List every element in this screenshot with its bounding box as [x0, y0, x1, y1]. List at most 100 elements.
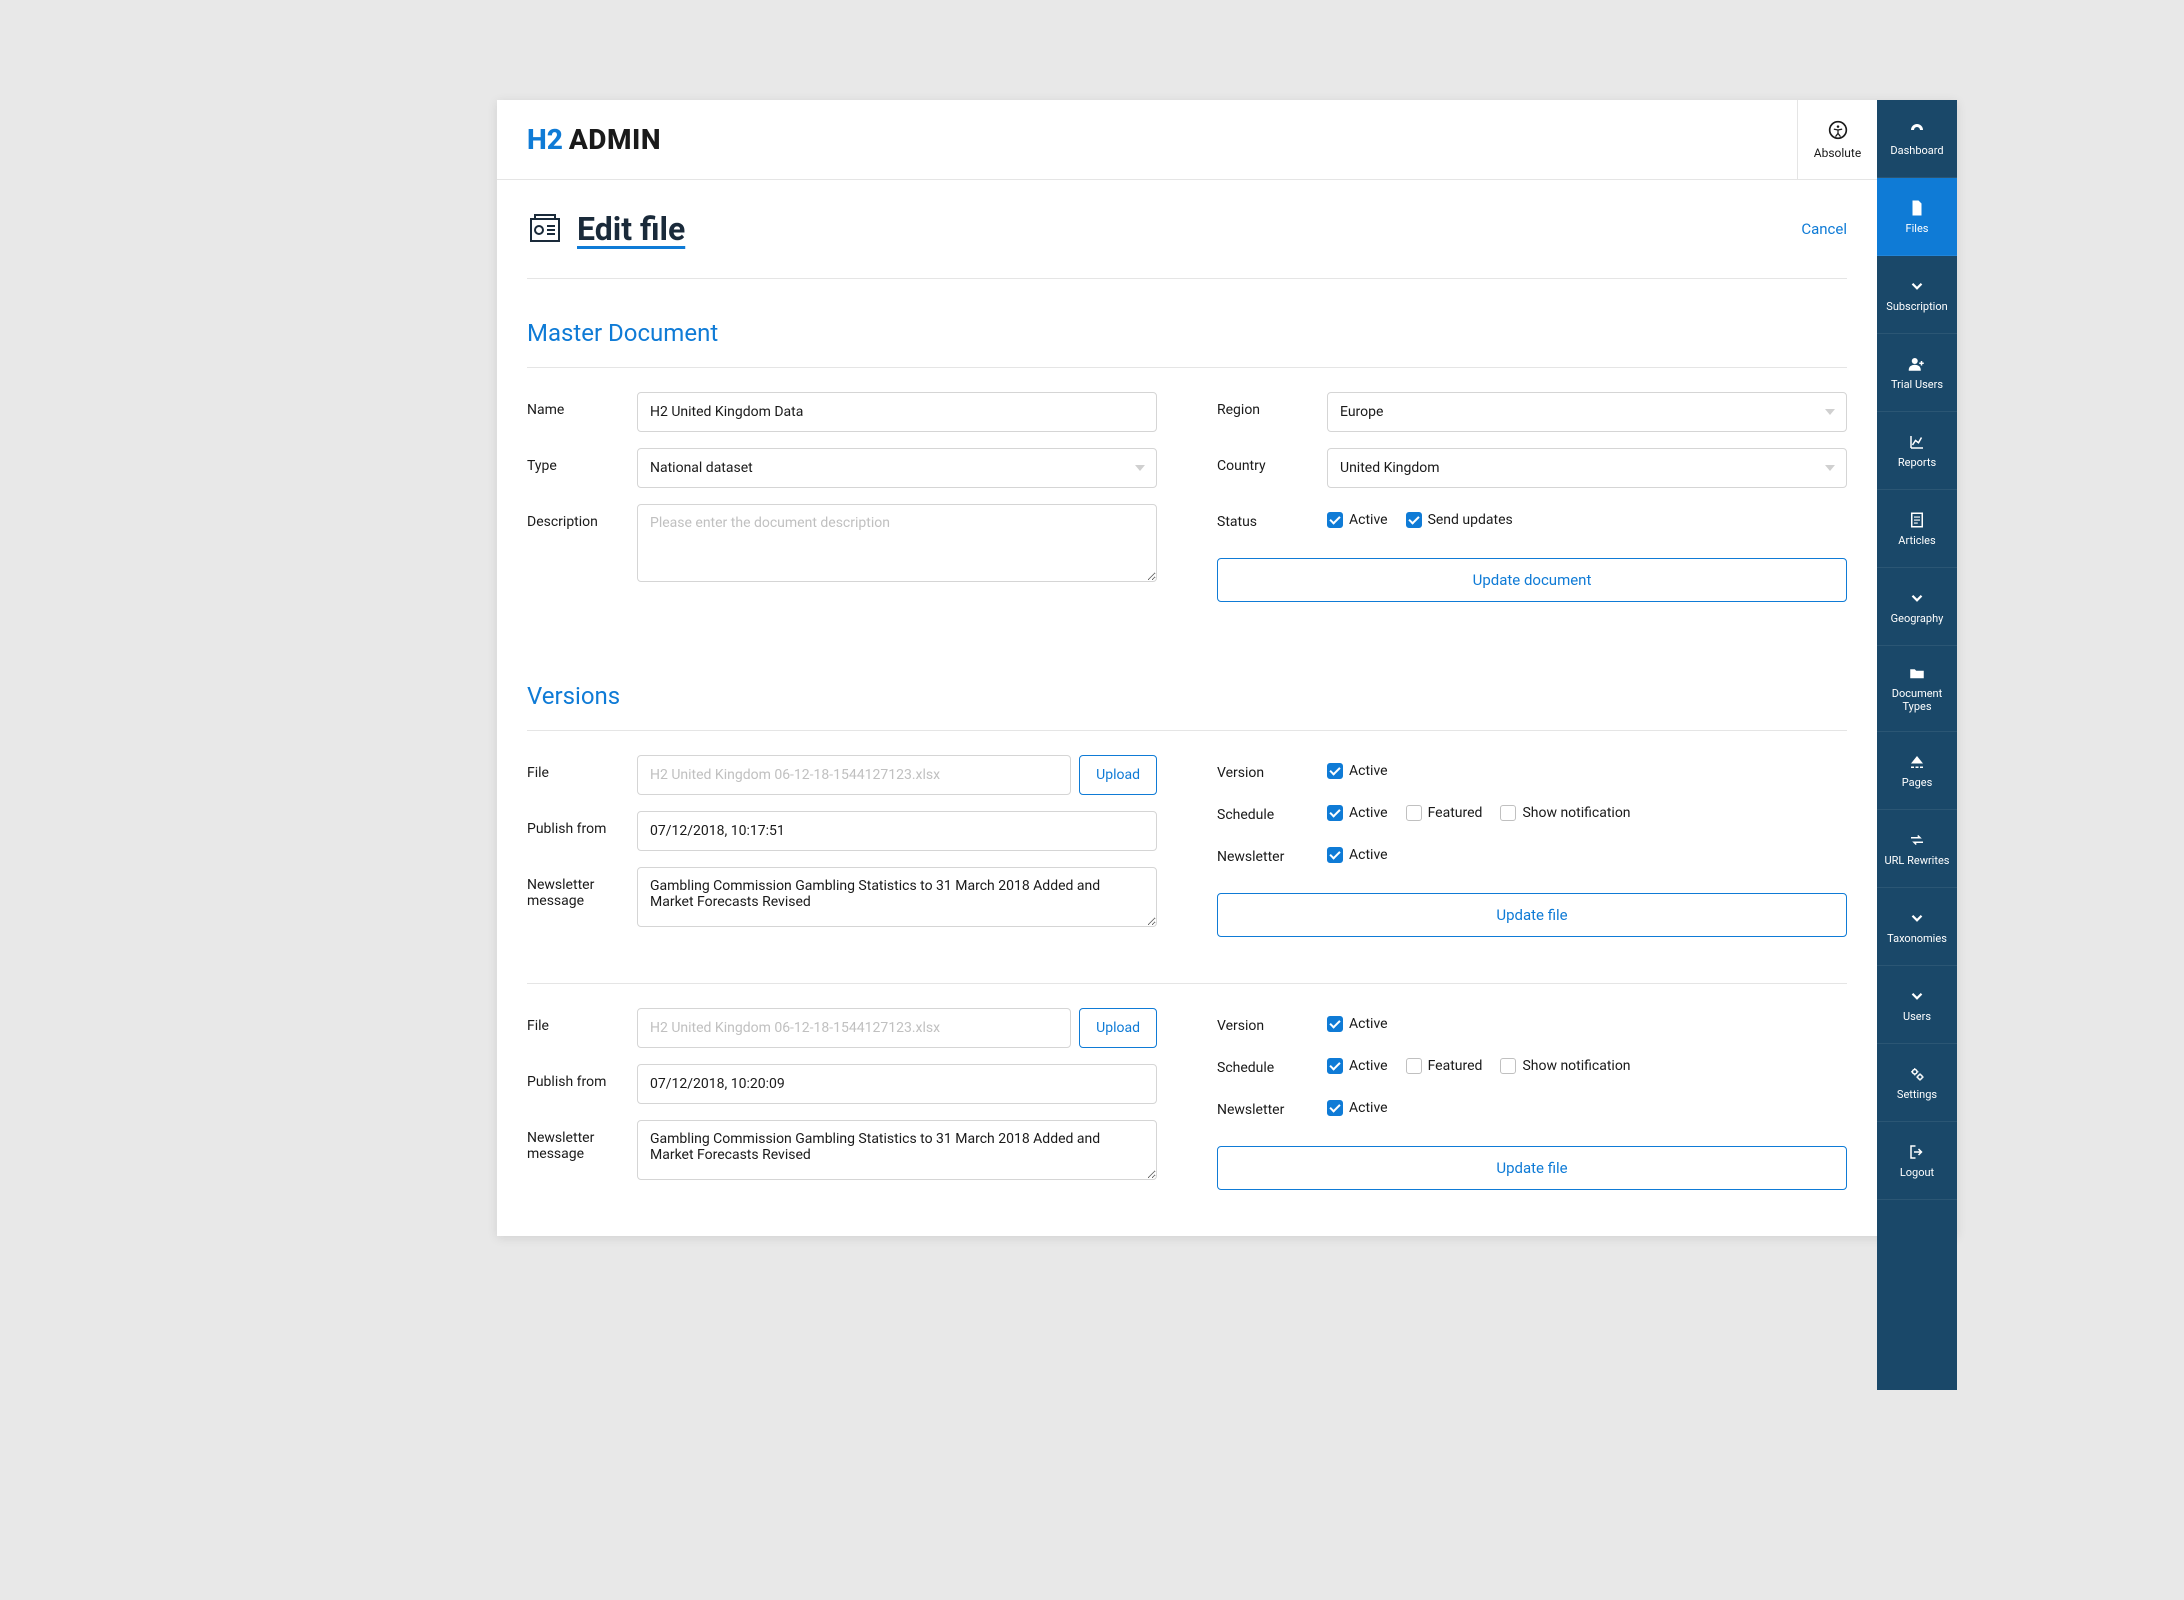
- document-icon: [1908, 511, 1926, 529]
- pages-icon: [1908, 753, 1926, 771]
- master-form-right: Region Country Status: [1217, 392, 1847, 602]
- version-form: File H2 United Kingdom 06-12-18-15441271…: [527, 755, 1847, 943]
- name-input[interactable]: [637, 392, 1157, 432]
- update-document-button[interactable]: Update document: [1217, 558, 1847, 602]
- sidebar-item-label: Users: [1903, 1010, 1931, 1023]
- schedule-show-notification-checkbox[interactable]: Show notification: [1500, 1058, 1630, 1074]
- newsletter-message-input[interactable]: [637, 1120, 1157, 1180]
- status-active-checkbox[interactable]: Active: [1327, 512, 1388, 528]
- active-label: Active: [1349, 847, 1388, 863]
- region-select[interactable]: [1327, 392, 1847, 432]
- sidebar-item-pages[interactable]: Pages: [1877, 732, 1957, 810]
- sidebar-item-label: Logout: [1900, 1166, 1934, 1179]
- active-label: Active: [1349, 805, 1388, 821]
- user-plus-icon: [1908, 355, 1926, 373]
- schedule-label: Schedule: [1217, 797, 1327, 823]
- chevron-down-icon: [1908, 277, 1926, 295]
- upload-button[interactable]: Upload: [1079, 1008, 1157, 1048]
- country-row: Country: [1217, 448, 1847, 488]
- file-label: File: [527, 1008, 637, 1034]
- edit-file-icon: [527, 211, 563, 247]
- version-form-right: Version Active Schedule: [1217, 755, 1847, 943]
- content: Edit file Cancel Master Document Name Ty…: [497, 180, 1877, 1236]
- checkbox-icon: [1327, 763, 1343, 779]
- master-form-left: Name Type Description: [527, 392, 1157, 602]
- version-active-checkbox[interactable]: Active: [1327, 763, 1388, 779]
- newsletter-active-checkbox[interactable]: Active: [1327, 847, 1388, 863]
- schedule-checkbox-row: Active Featured Show notification: [1327, 1050, 1631, 1074]
- checkbox-icon: [1327, 847, 1343, 863]
- type-label: Type: [527, 448, 637, 474]
- sidebar-item-url-rewrites[interactable]: URL Rewrites: [1877, 810, 1957, 888]
- status-send-updates-checkbox[interactable]: Send updates: [1406, 512, 1513, 528]
- app-shell: H2 ADMIN Absolute View site Dashboard Fi…: [497, 100, 1957, 1236]
- publish-from-input[interactable]: [637, 1064, 1157, 1104]
- country-select-wrap: [1327, 448, 1847, 488]
- sidebar-item-document-types[interactable]: Document Types: [1877, 646, 1957, 732]
- dashboard-icon: [1908, 121, 1926, 139]
- schedule-row: Schedule Active Featured: [1217, 1050, 1847, 1076]
- sidebar-item-reports[interactable]: Reports: [1877, 412, 1957, 490]
- sidebar-item-settings[interactable]: Settings: [1877, 1044, 1957, 1122]
- sidebar-item-label: Settings: [1897, 1088, 1937, 1101]
- publish-from-input[interactable]: [637, 811, 1157, 851]
- newsletter-active-checkbox[interactable]: Active: [1327, 1100, 1388, 1116]
- file-value-row: H2 United Kingdom 06-12-18-1544127123.xl…: [637, 755, 1157, 795]
- sidebar-item-label: Files: [1906, 222, 1929, 235]
- featured-label: Featured: [1428, 1058, 1483, 1074]
- schedule-active-checkbox[interactable]: Active: [1327, 805, 1388, 821]
- country-select[interactable]: [1327, 448, 1847, 488]
- schedule-featured-checkbox[interactable]: Featured: [1406, 805, 1483, 821]
- show-notification-label: Show notification: [1522, 805, 1630, 821]
- sidebar-item-label: Geography: [1891, 612, 1944, 625]
- featured-label: Featured: [1428, 805, 1483, 821]
- newsletter-message-row: Newsletter message: [527, 1120, 1157, 1180]
- version-form-right: Version Active Schedule: [1217, 1008, 1847, 1196]
- sidebar-item-articles[interactable]: Articles: [1877, 490, 1957, 568]
- gears-icon: [1908, 1065, 1926, 1083]
- update-file-button[interactable]: Update file: [1217, 893, 1847, 937]
- absolute-button[interactable]: Absolute: [1797, 100, 1877, 179]
- sidebar-item-subscription[interactable]: Subscription: [1877, 256, 1957, 334]
- sidebar-item-files[interactable]: Files: [1877, 178, 1957, 256]
- sidebar-item-trial-users[interactable]: Trial Users: [1877, 334, 1957, 412]
- schedule-show-notification-checkbox[interactable]: Show notification: [1500, 805, 1630, 821]
- publish-from-row: Publish from: [527, 811, 1157, 851]
- newsletter-message-input[interactable]: [637, 867, 1157, 927]
- absolute-label: Absolute: [1814, 146, 1861, 160]
- update-file-button[interactable]: Update file: [1217, 1146, 1847, 1190]
- divider: [527, 983, 1847, 984]
- publish-from-row: Publish from: [527, 1064, 1157, 1104]
- sidebar-item-label: Articles: [1898, 534, 1935, 547]
- logo-suffix: ADMIN: [569, 123, 661, 156]
- version-active-checkbox[interactable]: Active: [1327, 1016, 1388, 1032]
- sidebar-item-taxonomies[interactable]: Taxonomies: [1877, 888, 1957, 966]
- active-label: Active: [1349, 763, 1388, 779]
- checkbox-icon: [1406, 512, 1422, 528]
- sidebar-item-logout[interactable]: Logout: [1877, 1122, 1957, 1200]
- versions-section: Versions File H2 United Kingdom 06-12-18…: [527, 682, 1847, 1196]
- region-row: Region: [1217, 392, 1847, 432]
- checkbox-icon: [1327, 512, 1343, 528]
- description-label: Description: [527, 504, 637, 530]
- type-select[interactable]: [637, 448, 1157, 488]
- sidebar-item-geography[interactable]: Geography: [1877, 568, 1957, 646]
- file-row: File H2 United Kingdom 06-12-18-15441271…: [527, 755, 1157, 795]
- active-label: Active: [1349, 1100, 1388, 1116]
- active-label: Active: [1349, 1058, 1388, 1074]
- chevron-down-icon: [1908, 987, 1926, 1005]
- schedule-active-checkbox[interactable]: Active: [1327, 1058, 1388, 1074]
- schedule-featured-checkbox[interactable]: Featured: [1406, 1058, 1483, 1074]
- description-input[interactable]: [637, 504, 1157, 582]
- newsletter-checkbox-row: Active: [1327, 839, 1388, 863]
- sidebar-item-users[interactable]: Users: [1877, 966, 1957, 1044]
- sidebar-item-label: Trial Users: [1891, 378, 1943, 391]
- accessibility-icon: [1828, 120, 1848, 140]
- upload-button[interactable]: Upload: [1079, 755, 1157, 795]
- status-send-updates-label: Send updates: [1428, 512, 1513, 528]
- logout-icon: [1908, 1143, 1926, 1161]
- country-label: Country: [1217, 448, 1327, 474]
- cancel-link[interactable]: Cancel: [1801, 220, 1847, 238]
- file-label: File: [527, 755, 637, 781]
- sidebar-item-dashboard[interactable]: Dashboard: [1877, 100, 1957, 178]
